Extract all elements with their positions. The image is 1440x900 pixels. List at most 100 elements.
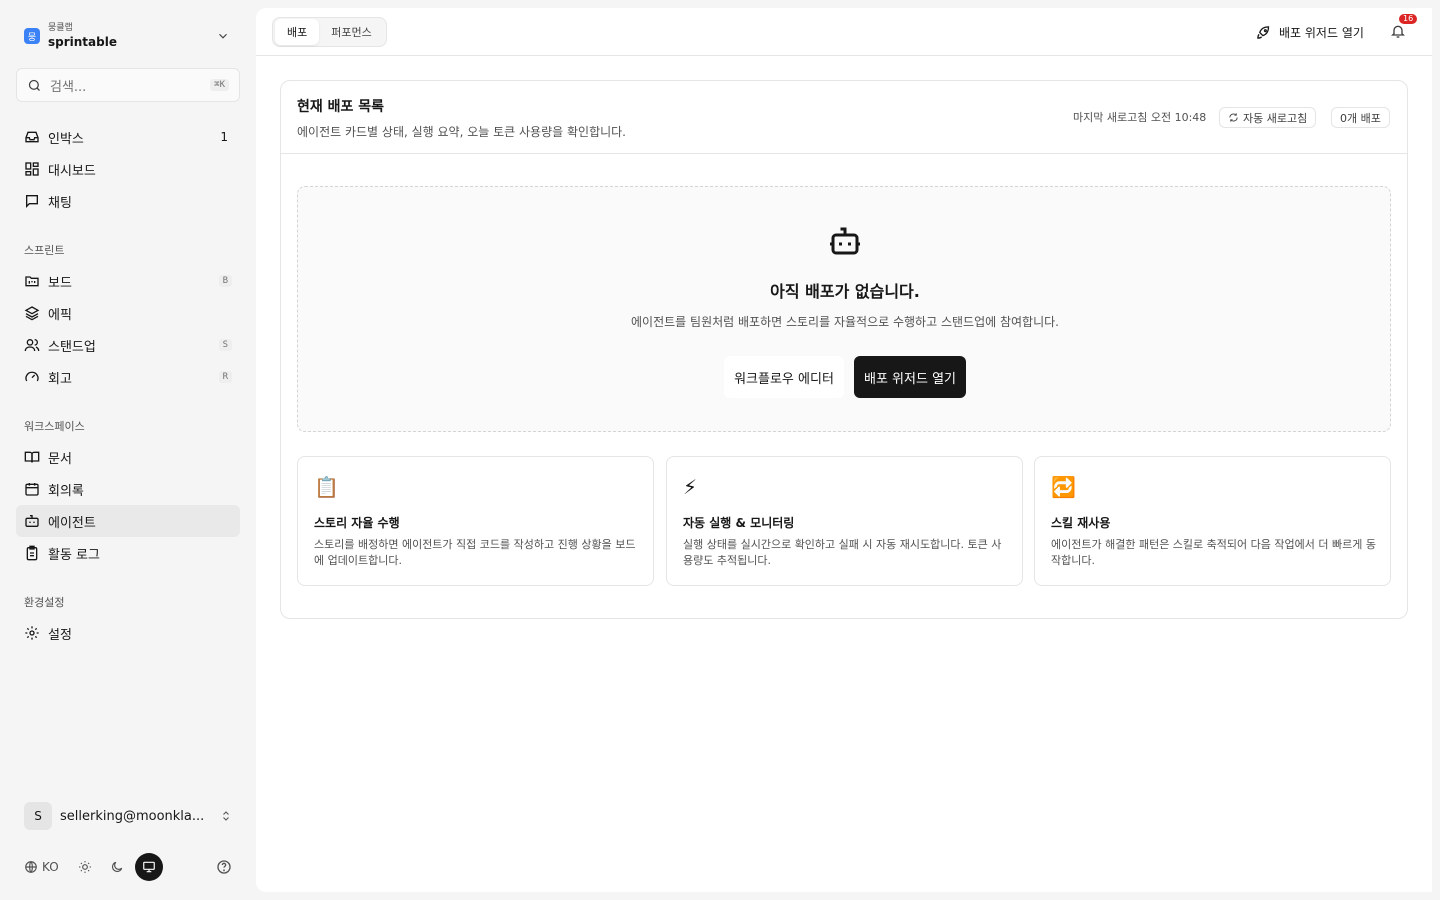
gauge-icon: [24, 369, 40, 385]
chat-icon: [24, 193, 40, 209]
tab-performance[interactable]: 퍼포먼스: [319, 19, 383, 45]
empty-state-title: 아직 배포가 없습니다.: [770, 282, 920, 301]
inbox-icon: [24, 129, 40, 145]
sidebar-item-settings[interactable]: 설정: [16, 617, 240, 649]
open-wizard-button[interactable]: 배포 위저드 열기: [854, 356, 966, 398]
feature-description: 실행 상태를 실시간으로 확인하고 실패 시 자동 재시도합니다. 토큰 사용량…: [683, 538, 1002, 567]
light-theme-button[interactable]: [71, 853, 99, 881]
sidebar-item-label: 활동 로그: [48, 547, 100, 563]
sidebar-item-activity-log[interactable]: 활동 로그: [16, 537, 240, 569]
monitor-icon: [143, 861, 155, 873]
feature-card: 📋 스토리 자율 수행 스토리를 배정하면 에이전트가 직접 코드를 작성하고 …: [297, 456, 654, 586]
language-label: KO: [42, 860, 59, 874]
clipboard-icon: [24, 545, 40, 561]
bot-icon: [24, 513, 40, 529]
sidebar-item-epic[interactable]: 에픽: [16, 297, 240, 329]
sun-icon: [79, 861, 91, 873]
tab-list: 배포 퍼포먼스: [272, 17, 387, 47]
system-theme-button[interactable]: [135, 853, 163, 881]
sidebar-item-label: 채팅: [48, 195, 72, 211]
auto-refresh-button[interactable]: 자동 새로고침: [1219, 107, 1317, 128]
layers-icon: [24, 305, 40, 321]
users-icon: [24, 337, 40, 353]
sidebar-item-chat[interactable]: 채팅: [16, 185, 240, 217]
feature-description: 에이전트가 해결한 패턴은 스킬로 축적되어 다음 작업에서 더 빠르게 동작합…: [1051, 538, 1376, 567]
shortcut-badge: R: [218, 371, 232, 383]
card-title: 현재 배포 목록: [297, 99, 385, 115]
empty-state-description: 에이전트를 팀원처럼 배포하면 스토리를 자율적으로 수행하고 스탠드업에 참여…: [631, 315, 1059, 329]
sidebar-item-label: 문서: [48, 451, 72, 467]
sidebar-item-retro[interactable]: 회고 R: [16, 361, 240, 393]
sidebar-item-label: 설정: [48, 627, 72, 643]
section-label-sprint: 스프린트: [24, 244, 65, 257]
feature-title: 자동 실행 & 모니터링: [683, 516, 795, 530]
user-menu[interactable]: S sellerking@moonkla...: [16, 800, 240, 832]
shortcut-badge: B: [218, 275, 232, 287]
feature-description: 스토리를 배정하면 에이전트가 직접 코드를 작성하고 진행 상황을 보드에 업…: [314, 538, 636, 567]
lightning-emoji-icon: ⚡: [683, 475, 698, 499]
sidebar-item-label: 대시보드: [48, 163, 96, 179]
auto-refresh-label: 자동 새로고침: [1243, 111, 1308, 125]
sidebar-item-docs[interactable]: 문서: [16, 441, 240, 473]
sidebar-item-label: 회의록: [48, 483, 84, 499]
bell-icon[interactable]: [1390, 22, 1406, 40]
open-wizard-label: 배포 위저드 열기: [1279, 25, 1364, 40]
user-email: sellerking@moonkla...: [60, 808, 205, 824]
search-icon: [28, 79, 40, 91]
workspace-logo: 뭉: [24, 28, 40, 44]
calendar-icon: [24, 481, 40, 497]
card-header: 현재 배포 목록 에이전트 카드별 상태, 실행 요약, 오늘 토큰 사용량을 …: [281, 81, 1407, 154]
feature-card: ⚡ 자동 실행 & 모니터링 실행 상태를 실시간으로 확인하고 실패 시 자동…: [666, 456, 1023, 586]
sidebar-item-label: 에픽: [48, 307, 72, 323]
workspace-switcher[interactable]: 뭉 뭉클랩 sprintable: [16, 14, 240, 58]
gear-icon: [24, 625, 40, 641]
chevron-up-down-icon: [223, 811, 229, 821]
feature-title: 스토리 자율 수행: [314, 516, 400, 530]
open-wizard-link[interactable]: 배포 위저드 열기: [1256, 20, 1364, 44]
workflow-editor-button[interactable]: 워크플로우 에디터: [724, 356, 844, 398]
sidebar-item-inbox[interactable]: 인박스 1: [16, 121, 240, 153]
sidebar-item-label: 회고: [48, 371, 72, 387]
rocket-icon: [1257, 25, 1270, 39]
card-description: 에이전트 카드별 상태, 실행 요약, 오늘 토큰 사용량을 확인합니다.: [297, 125, 627, 139]
board-icon: [24, 273, 40, 289]
main-panel: 배포 퍼포먼스 배포 위저드 열기 16 현재 배포 목록 에이전트 카드별 상…: [256, 8, 1432, 892]
sidebar-item-agents[interactable]: 에이전트: [16, 505, 240, 537]
search-placeholder: 검색...: [50, 79, 87, 95]
help-button[interactable]: [210, 853, 238, 881]
moon-icon: [112, 861, 123, 872]
sidebar-item-standup[interactable]: 스탠드업 S: [16, 329, 240, 361]
language-switcher[interactable]: KO: [24, 860, 59, 874]
sidebar-item-meetings[interactable]: 회의록: [16, 473, 240, 505]
refresh-icon: [1229, 113, 1238, 122]
globe-icon: [25, 861, 37, 873]
sidebar-item-label: 보드: [48, 275, 72, 291]
sidebar-item-label: 인박스: [48, 131, 84, 147]
feature-card: 🔁 스킬 재사용 에이전트가 해결한 패턴은 스킬로 축적되어 다음 작업에서 …: [1034, 456, 1391, 586]
sidebar-item-dashboard[interactable]: 대시보드: [16, 153, 240, 185]
inbox-count: 1: [220, 130, 228, 144]
book-icon: [24, 449, 40, 465]
workspace-name: sprintable: [48, 35, 117, 49]
shortcut-badge: S: [218, 339, 232, 351]
dashboard-icon: [24, 161, 40, 177]
repeat-emoji-icon: 🔁: [1051, 475, 1076, 499]
search-input[interactable]: 검색... ⌘K: [16, 68, 240, 102]
feature-title: 스킬 재사용: [1051, 516, 1111, 530]
topbar: 배포 퍼포먼스 배포 위저드 열기 16: [256, 8, 1432, 56]
sidebar-item-label: 에이전트: [48, 515, 96, 531]
search-shortcut: ⌘K: [210, 79, 229, 91]
tab-deploy[interactable]: 배포: [275, 19, 320, 45]
help-icon: [217, 860, 231, 874]
bot-icon: [830, 227, 860, 255]
sidebar-item-board[interactable]: 보드 B: [16, 265, 240, 297]
clipboard-emoji-icon: 📋: [314, 475, 339, 499]
sidebar: 뭉 뭉클랩 sprintable 검색... ⌘K 인박스 1 대시보드 채팅 …: [0, 0, 256, 900]
section-label-settings: 환경설정: [24, 596, 65, 609]
dark-theme-button[interactable]: [103, 853, 131, 881]
last-refresh-text: 마지막 새로고침 오전 10:48: [1073, 111, 1207, 124]
notification-badge: 16: [1399, 14, 1418, 24]
deployment-list-card: 현재 배포 목록 에이전트 카드별 상태, 실행 요약, 오늘 토큰 사용량을 …: [280, 80, 1408, 619]
avatar: S: [24, 802, 52, 830]
workspace-org: 뭉클랩: [48, 23, 73, 33]
